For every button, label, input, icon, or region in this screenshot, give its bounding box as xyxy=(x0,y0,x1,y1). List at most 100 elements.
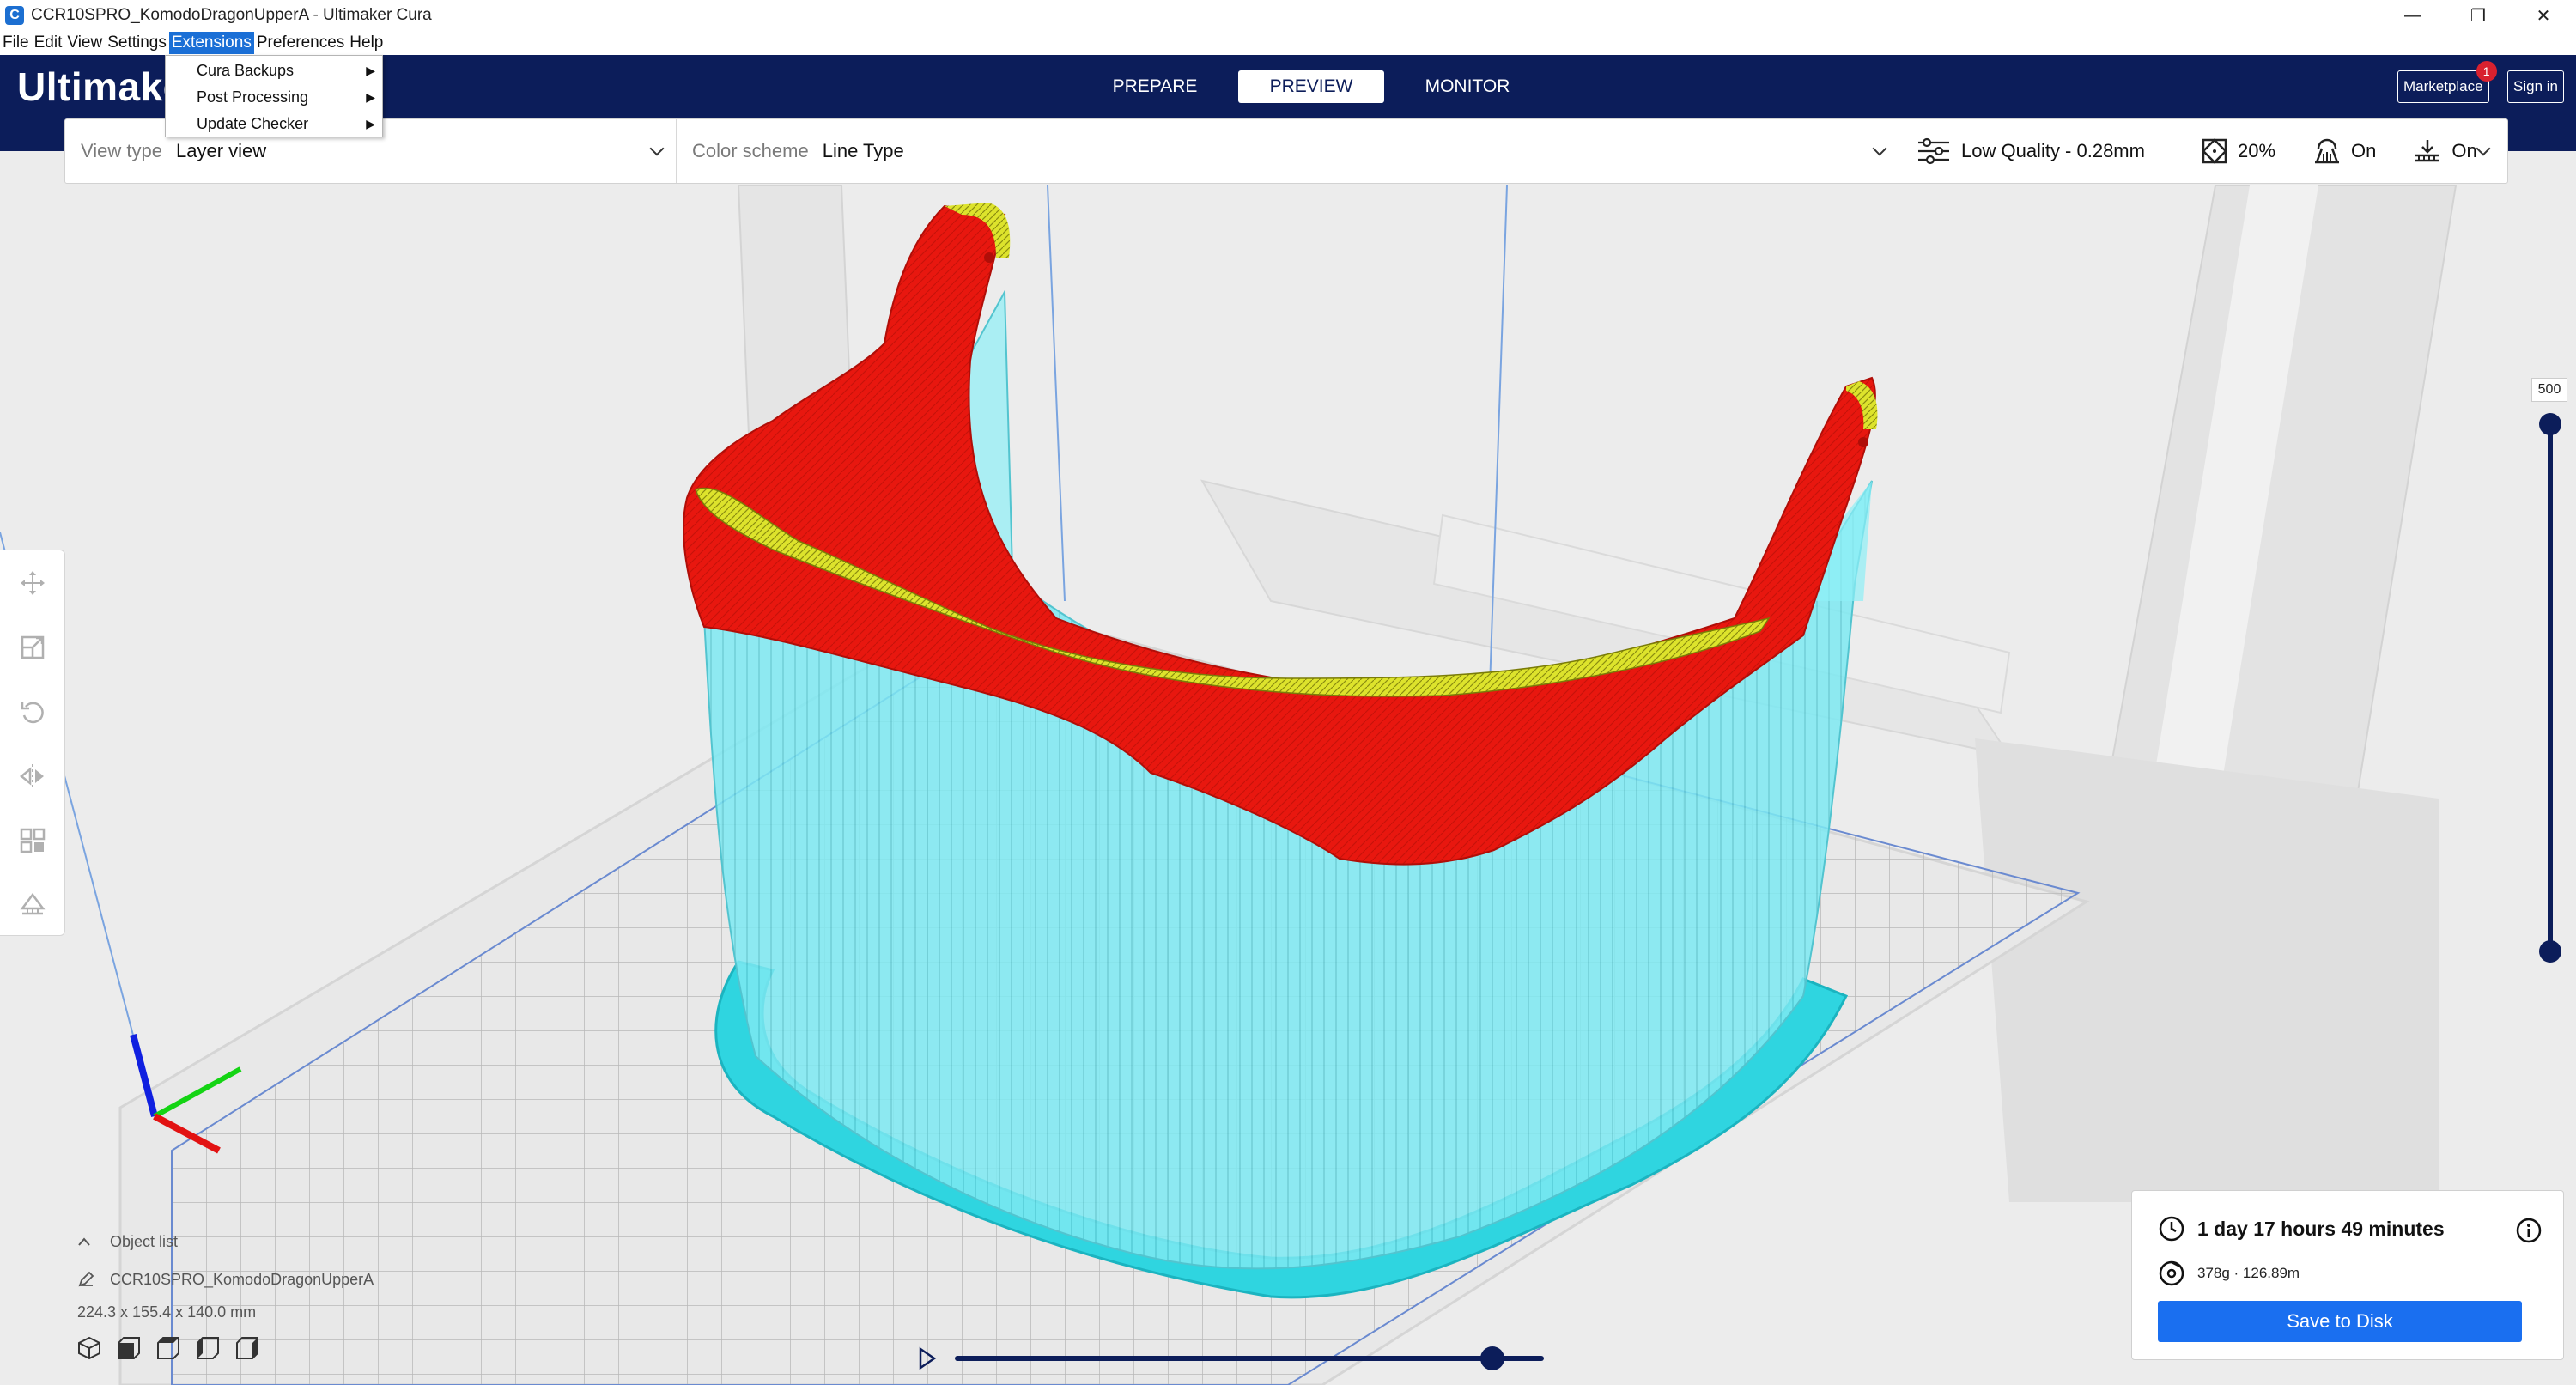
color-scheme-selector[interactable]: Color scheme Line Type xyxy=(677,119,1899,183)
mounting-hole-right xyxy=(1858,437,1868,447)
view-top-icon xyxy=(157,1337,179,1359)
chevron-down-icon xyxy=(1872,141,1887,156)
object-list-toggle[interactable]: Object list xyxy=(77,1223,438,1260)
material-usage: 378g · 126.89m xyxy=(2197,1265,2300,1281)
mirror-icon xyxy=(19,763,44,788)
color-scheme-value: Line Type xyxy=(822,140,904,161)
infill-setting: 20% xyxy=(2202,138,2275,164)
chevron-up-icon xyxy=(78,1237,90,1246)
view-right-button[interactable] xyxy=(235,1331,275,1365)
object-list-item[interactable]: CCR10SPRO_KomodoDragonUpperA xyxy=(77,1260,438,1298)
menu-item-post-processing[interactable]: Post Processing ▶ xyxy=(166,84,382,111)
print-time: 1 day 17 hours 49 minutes xyxy=(2197,1217,2445,1240)
menu-settings[interactable]: Settings xyxy=(105,32,169,54)
marketplace-button[interactable]: Marketplace 1 xyxy=(2397,61,2497,103)
layer-slider-track[interactable] xyxy=(2548,424,2553,951)
print-time-row: 1 day 17 hours 49 minutes xyxy=(2158,1215,2445,1242)
object-list-header: Object list xyxy=(110,1232,179,1250)
menu-item-update-checker[interactable]: Update Checker ▶ xyxy=(166,111,382,137)
view-right-icon xyxy=(236,1337,258,1359)
menu-view[interactable]: View xyxy=(64,32,105,54)
color-scheme-label: Color scheme xyxy=(692,140,809,161)
object-dimensions: 224.3 x 155.4 x 140.0 mm xyxy=(77,1303,257,1321)
menu-item-cura-backups[interactable]: Cura Backups ▶ xyxy=(166,58,382,84)
object-list-panel: Object list CCR10SPRO_KomodoDragonUpperA… xyxy=(77,1223,438,1377)
menu-extensions[interactable]: Extensions xyxy=(168,32,254,54)
guide-line xyxy=(1047,185,1066,602)
clock-icon xyxy=(2159,1216,2184,1242)
mounting-hole-left xyxy=(984,252,994,263)
submenu-arrow-icon: ▶ xyxy=(366,90,375,104)
view-settings-toolbar: View type Layer view Color scheme Line T… xyxy=(64,118,2508,184)
material-row: 378g · 126.89m xyxy=(2158,1260,2300,1287)
view-left-button[interactable] xyxy=(196,1331,235,1365)
move-tool-button[interactable] xyxy=(0,550,65,615)
chevron-down-icon xyxy=(2476,141,2491,156)
adhesion-setting: On xyxy=(2414,138,2477,164)
tab-monitor[interactable]: MONITOR xyxy=(1394,70,1540,103)
view-front-icon xyxy=(118,1337,140,1359)
save-to-disk-button[interactable]: Save to Disk xyxy=(2158,1301,2522,1342)
menu-edit[interactable]: Edit xyxy=(32,32,65,54)
play-icon[interactable] xyxy=(917,1346,938,1370)
view-3d-icon xyxy=(78,1336,100,1360)
menu-item-label: Update Checker xyxy=(197,115,309,132)
marketplace-label: Marketplace xyxy=(2403,78,2483,94)
layer-lower-handle[interactable] xyxy=(2539,940,2561,963)
menu-item-label: Cura Backups xyxy=(197,62,295,79)
adhesion-icon xyxy=(2415,140,2440,162)
view-left-icon xyxy=(197,1337,219,1359)
minimize-button[interactable]: — xyxy=(2380,0,2445,31)
playback-handle[interactable] xyxy=(1480,1346,1504,1370)
tab-prepare[interactable]: PREPARE xyxy=(1082,70,1228,103)
tool-rail xyxy=(0,550,65,936)
layer-count-label[interactable]: 500 xyxy=(2531,378,2567,402)
rotate-tool-button[interactable] xyxy=(0,679,65,744)
tab-preview[interactable]: PREVIEW xyxy=(1238,70,1384,103)
submenu-arrow-icon: ▶ xyxy=(366,64,375,77)
scale-tool-button[interactable] xyxy=(0,615,65,679)
rotate-icon xyxy=(21,701,44,723)
move-icon xyxy=(21,570,45,595)
pencil-icon xyxy=(78,1271,94,1287)
menu-bar: File Edit View Settings Extensions Prefe… xyxy=(0,31,2576,55)
print-info-panel: 1 day 17 hours 49 minutes 378g · 126.89m… xyxy=(2131,1190,2564,1360)
scale-icon xyxy=(21,635,45,659)
dimensions-row: 224.3 x 155.4 x 140.0 mm xyxy=(77,1298,438,1326)
info-icon[interactable] xyxy=(2515,1217,2543,1244)
close-button[interactable]: ✕ xyxy=(2511,0,2576,31)
menu-item-label: Post Processing xyxy=(197,88,309,106)
quality-value: Low Quality - 0.28mm xyxy=(1961,140,2145,161)
layer-upper-handle[interactable] xyxy=(2539,413,2561,435)
view-top-button[interactable] xyxy=(156,1331,196,1365)
submenu-arrow-icon: ▶ xyxy=(366,117,375,131)
sliders-icon xyxy=(1918,137,1949,165)
menu-preferences[interactable]: Preferences xyxy=(254,32,347,54)
playback-track[interactable] xyxy=(955,1356,1544,1361)
menu-file[interactable]: File xyxy=(0,32,32,54)
extensions-dropdown: Cura Backups ▶ Post Processing ▶ Update … xyxy=(165,55,383,137)
print-settings-summary[interactable]: Low Quality - 0.28mm 20% On On xyxy=(1899,119,2507,183)
view-type-value: Layer view xyxy=(175,140,267,161)
per-model-settings-button[interactable] xyxy=(0,808,65,872)
object-name: CCR10SPRO_KomodoDragonUpperA xyxy=(110,1270,374,1288)
stage-tabs: PREPARE PREVIEW MONITOR xyxy=(1082,70,1551,103)
camera-view-buttons xyxy=(77,1331,438,1365)
window-title: CCR10SPRO_KomodoDragonUpperA - Ultimaker… xyxy=(31,6,432,24)
maximize-button[interactable]: ❐ xyxy=(2445,0,2511,31)
support-icon xyxy=(2315,138,2340,164)
mirror-tool-button[interactable] xyxy=(0,744,65,808)
view-3d-button[interactable] xyxy=(77,1331,117,1365)
support-blocker-button[interactable] xyxy=(0,872,65,937)
infill-icon xyxy=(2202,138,2227,164)
window-controls: — ❐ ✕ xyxy=(2380,0,2576,31)
infill-value: 20% xyxy=(2237,140,2276,161)
cura-app-icon: C xyxy=(5,6,24,25)
3d-viewport[interactable]: 500 Object list CCR10SPRO_KomodoDragonUp… xyxy=(0,151,2576,1385)
menu-help[interactable]: Help xyxy=(347,32,386,54)
sign-in-button[interactable]: Sign in xyxy=(2507,70,2564,103)
view-front-button[interactable] xyxy=(117,1331,156,1365)
title-bar: C CCR10SPRO_KomodoDragonUpperA - Ultimak… xyxy=(0,0,2576,31)
filament-spool-icon xyxy=(2159,1260,2184,1286)
quality-setting: Low Quality - 0.28mm xyxy=(1917,137,2145,165)
